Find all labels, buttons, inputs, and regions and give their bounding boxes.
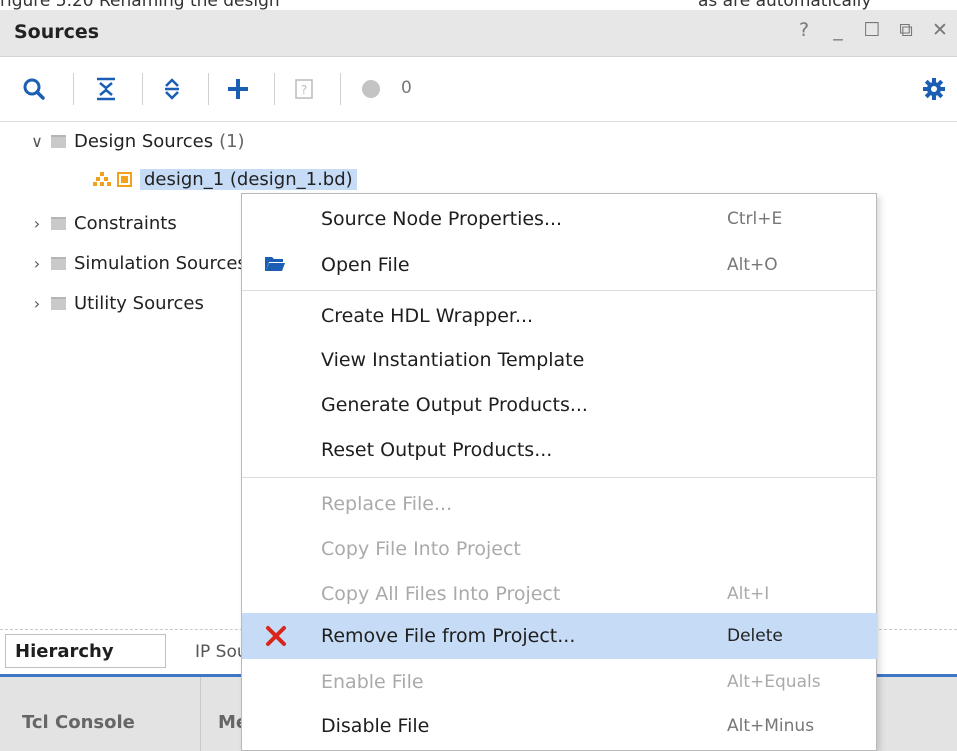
menu-item-shortcut: Ctrl+E <box>727 209 783 229</box>
menu-item-label: Create HDL Wrapper... <box>321 305 534 327</box>
folder-icon <box>51 296 66 310</box>
expand-all-button[interactable] <box>156 73 188 105</box>
menu-item-label: Copy File Into Project <box>321 538 521 560</box>
menu-item-label: View Instantiation Template <box>321 349 585 371</box>
clipped-document-text: rigure 5.20 Renaming the design as are a… <box>0 0 957 10</box>
status-indicator <box>356 73 386 105</box>
folder-icon <box>51 134 66 148</box>
ip-icon <box>117 171 132 187</box>
svg-text:?: ? <box>301 83 307 97</box>
open-folder-icon <box>264 253 286 278</box>
chevron-right-icon[interactable]: › <box>26 294 48 313</box>
window-controls: ? _ ☐ ⧉ ✕ <box>795 19 949 41</box>
menu-item-label: Reset Output Products... <box>321 439 553 461</box>
remove-x-icon <box>264 624 288 653</box>
menu-item-label: Source Node Properties... <box>321 208 563 230</box>
status-dot-icon <box>362 80 380 98</box>
collapse-all-button[interactable] <box>90 73 122 105</box>
toolbar-separator <box>208 73 209 105</box>
menu-item-generate-output-products[interactable]: Generate Output Products... <box>242 382 878 428</box>
toolbar-separator <box>340 73 341 105</box>
tree-node-utility[interactable]: › Utility Sources <box>26 284 204 322</box>
tree-node-design-sources[interactable]: ∨ Design Sources (1) <box>26 122 245 160</box>
menu-item-enable-file[interactable]: Enable File Alt+Equals <box>242 659 878 705</box>
menu-item-view-instantiation-template[interactable]: View Instantiation Template <box>242 337 878 383</box>
menu-item-remove-file-from-project[interactable]: Remove File from Project... Delete <box>242 613 878 659</box>
toolbar-separator <box>142 73 143 105</box>
toolbar-separator <box>73 73 74 105</box>
sources-toolbar: ? 0 <box>0 57 957 122</box>
window-title: Sources <box>14 21 100 43</box>
tree-label: Simulation Sources <box>74 252 247 274</box>
tab-tcl-console[interactable]: Tcl Console <box>22 712 135 733</box>
search-icon <box>23 78 45 100</box>
chevron-right-icon[interactable]: › <box>26 254 48 273</box>
menu-item-label: Copy All Files Into Project <box>321 583 561 605</box>
menu-item-reset-output-products[interactable]: Reset Output Products... <box>242 427 878 473</box>
folder-icon <box>51 216 66 230</box>
plus-icon <box>228 79 248 99</box>
tree-label-selected: design_1 (design_1.bd) <box>140 168 357 190</box>
tree-label: Utility Sources <box>74 292 204 314</box>
menu-item-source-node-properties[interactable]: Source Node Properties... Ctrl+E <box>242 196 878 242</box>
menu-item-copy-file-into-project[interactable]: Copy File Into Project <box>242 526 878 572</box>
chevron-right-icon[interactable]: › <box>26 214 48 233</box>
menu-item-label: Remove File from Project... <box>321 625 576 647</box>
tab-hierarchy[interactable]: Hierarchy <box>5 634 166 668</box>
menu-item-copy-all-files-into-project[interactable]: Copy All Files Into Project Alt+I <box>242 571 878 617</box>
folder-icon <box>51 256 66 270</box>
menu-item-replace-file[interactable]: Replace File... <box>242 481 878 527</box>
gear-icon <box>923 78 945 100</box>
tree-count: (1) <box>219 130 245 152</box>
unknown-button[interactable]: ? <box>288 73 320 105</box>
menu-item-label: Generate Output Products... <box>321 394 588 416</box>
toolbar-separator <box>274 73 275 105</box>
menu-separator <box>242 477 878 478</box>
search-button[interactable] <box>18 73 50 105</box>
menu-item-create-hdl-wrapper[interactable]: Create HDL Wrapper... <box>242 293 878 339</box>
minimize-button[interactable]: _ <box>829 19 847 41</box>
collapse-all-icon <box>97 77 115 101</box>
menu-item-shortcut: Alt+Minus <box>727 716 815 736</box>
menu-item-disable-file[interactable]: Disable File Alt+Minus <box>242 703 878 749</box>
menu-item-label: Disable File <box>321 715 430 737</box>
tree-label: Constraints <box>74 212 177 234</box>
sources-window-header: Sources ? _ ☐ ⧉ ✕ <box>0 10 957 57</box>
tree-label: Design Sources <box>74 130 214 152</box>
block-design-icon <box>93 172 111 186</box>
clipped-text-right: as are automatically <box>698 0 872 10</box>
menu-separator <box>242 290 878 291</box>
menu-item-label: Open File <box>321 254 410 276</box>
clipped-text-left: rigure 5.20 Renaming the design <box>0 0 280 10</box>
add-sources-button[interactable] <box>222 73 254 105</box>
menu-item-shortcut: Alt+I <box>727 584 770 604</box>
tree-node-simulation[interactable]: › Simulation Sources <box>26 244 247 282</box>
menu-item-label: Replace File... <box>321 493 453 515</box>
close-button[interactable]: ✕ <box>931 19 949 41</box>
tree-node-constraints[interactable]: › Constraints <box>26 204 177 242</box>
chevron-down-icon[interactable]: ∨ <box>26 132 48 151</box>
question-box-icon: ? <box>295 79 313 99</box>
tab-separator <box>200 677 201 751</box>
menu-item-open-file[interactable]: Open File Alt+O <box>242 242 878 288</box>
menu-item-shortcut: Delete <box>727 626 783 646</box>
help-button[interactable]: ? <box>795 19 813 41</box>
status-count: 0 <box>401 78 412 98</box>
menu-item-shortcut: Alt+Equals <box>727 672 821 692</box>
maximize-button[interactable]: ☐ <box>863 19 881 41</box>
menu-item-shortcut: Alt+O <box>727 255 778 275</box>
expand-all-icon <box>165 78 179 100</box>
settings-button[interactable] <box>918 73 950 105</box>
context-menu: Source Node Properties... Ctrl+E Open Fi… <box>241 193 878 751</box>
menu-item-label: Enable File <box>321 671 424 693</box>
float-button[interactable]: ⧉ <box>897 19 915 41</box>
